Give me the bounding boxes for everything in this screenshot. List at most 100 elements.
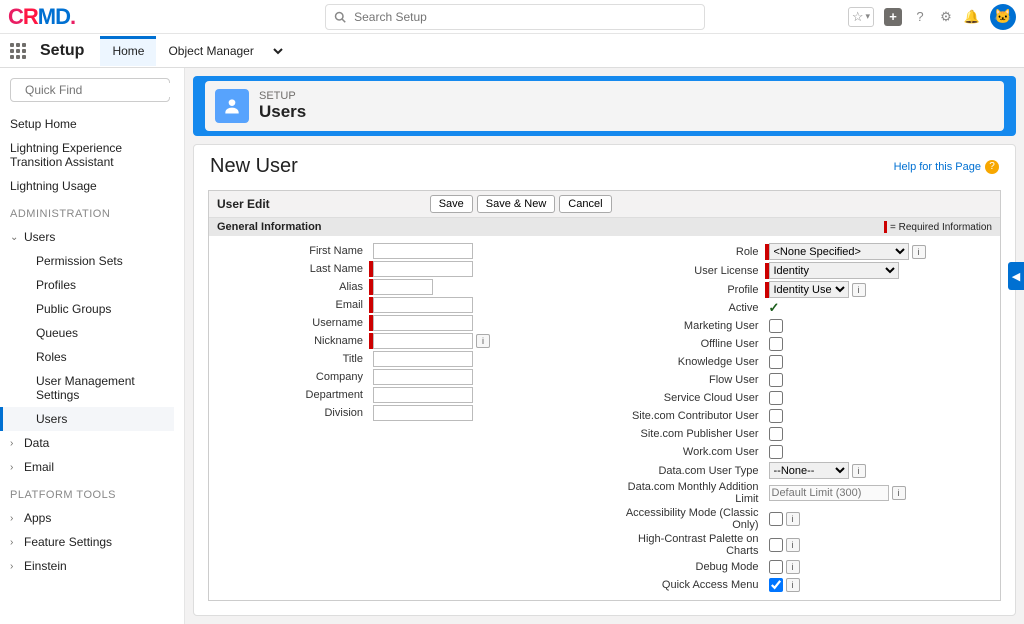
info-icon[interactable]: i (476, 334, 490, 348)
sidebar-item-einstein[interactable]: › Einstein (10, 554, 174, 578)
label-title: Title (209, 353, 369, 365)
label-alias: Alias (209, 281, 369, 293)
tab-object-manager[interactable]: Object Manager (156, 36, 265, 66)
input-username[interactable] (373, 315, 473, 331)
info-icon[interactable]: i (852, 283, 866, 297)
label-user-license: User License (605, 265, 765, 277)
sidebar-item-users[interactable]: ⌄ Users (10, 225, 174, 249)
select-profile[interactable]: Identity User (769, 281, 849, 298)
label-site-contributor: Site.com Contributor User (605, 410, 765, 422)
sidebar-lightning-usage[interactable]: Lightning Usage (10, 174, 174, 198)
input-first-name[interactable] (373, 243, 473, 259)
input-division[interactable] (373, 405, 473, 421)
quickfind-input[interactable] (25, 83, 180, 97)
user-avatar[interactable]: 🐱 (990, 4, 1016, 30)
input-company[interactable] (373, 369, 473, 385)
tab-overflow[interactable] (266, 37, 290, 65)
checkbox-work-com-user[interactable] (769, 445, 783, 459)
info-icon[interactable]: i (912, 245, 926, 259)
save-button[interactable]: Save (430, 195, 473, 213)
sidebar-sub-profiles[interactable]: Profiles (10, 273, 174, 297)
page-title: New User (210, 155, 298, 178)
sidebar-item-feature-settings[interactable]: › Feature Settings (10, 530, 174, 554)
input-data-com-monthly[interactable] (769, 485, 889, 501)
info-icon[interactable]: i (892, 486, 906, 500)
chevron-down-icon (272, 45, 284, 57)
sidebar-sub-queues[interactable]: Queues (10, 321, 174, 345)
input-alias[interactable] (373, 279, 433, 295)
label-service-cloud-user: Service Cloud User (605, 392, 765, 404)
checkbox-site-publisher[interactable] (769, 427, 783, 441)
label-knowledge-user: Knowledge User (605, 356, 765, 368)
checkbox-service-cloud-user[interactable] (769, 391, 783, 405)
checkbox-flow-user[interactable] (769, 373, 783, 387)
label-department: Department (209, 389, 369, 401)
sidebar-item-data[interactable]: › Data (10, 431, 174, 455)
section-title: General Information (217, 221, 322, 233)
sidebar-sub-public-groups[interactable]: Public Groups (10, 297, 174, 321)
info-icon[interactable]: i (786, 538, 800, 552)
label-marketing-user: Marketing User (605, 320, 765, 332)
label-quick-access: Quick Access Menu (605, 579, 765, 591)
sidebar-item-email[interactable]: › Email (10, 455, 174, 479)
checkbox-accessibility[interactable] (769, 512, 783, 526)
checkbox-marketing-user[interactable] (769, 319, 783, 333)
checkbox-knowledge-user[interactable] (769, 355, 783, 369)
sidebar-setup-home[interactable]: Setup Home (10, 112, 174, 136)
help-icon[interactable]: ? (912, 9, 928, 25)
sidebar-sub-user-mgmt[interactable]: User Management Settings (10, 369, 174, 407)
user-edit-form: User Edit Save Save & New Cancel General… (208, 190, 1001, 601)
search-icon (334, 11, 346, 23)
label-division: Division (209, 407, 369, 419)
quickfind[interactable] (10, 78, 170, 102)
select-data-com-user-type[interactable]: --None-- (769, 462, 849, 479)
label-data-com-monthly: Data.com Monthly Addition Limit (605, 481, 765, 505)
gear-icon[interactable]: ⚙ (938, 9, 954, 25)
sidebar-sub-permission-sets[interactable]: Permission Sets (10, 249, 174, 273)
input-nickname[interactable] (373, 333, 473, 349)
select-role[interactable]: <None Specified> (769, 243, 909, 260)
checkbox-debug-mode[interactable] (769, 560, 783, 574)
label-profile: Profile (605, 284, 765, 296)
checkbox-active[interactable]: ✓ (769, 300, 780, 316)
help-link[interactable]: Help for this Page ? (894, 160, 999, 174)
input-last-name[interactable] (373, 261, 473, 277)
input-email[interactable] (373, 297, 473, 313)
info-icon[interactable]: i (852, 464, 866, 478)
chevron-right-icon: › (10, 462, 24, 473)
select-user-license[interactable]: Identity (769, 262, 899, 279)
label-username: Username (209, 317, 369, 329)
checkbox-offline-user[interactable] (769, 337, 783, 351)
label-nickname: Nickname (209, 335, 369, 347)
info-icon[interactable]: i (786, 512, 800, 526)
chevron-right-icon: › (10, 513, 24, 524)
chevron-right-icon: › (10, 438, 24, 449)
setup-title: Setup (40, 42, 84, 60)
cancel-button[interactable]: Cancel (559, 195, 611, 213)
favorites-button[interactable]: ☆ ▾ (848, 7, 874, 27)
info-icon[interactable]: i (786, 560, 800, 574)
input-title[interactable] (373, 351, 473, 367)
checkbox-site-contributor[interactable] (769, 409, 783, 423)
sidebar-lightning-transition[interactable]: Lightning Experience Transition Assistan… (10, 136, 174, 174)
page-hero: SETUP Users (193, 76, 1016, 136)
bell-icon[interactable]: 🔔 (964, 9, 980, 25)
sidebar-item-apps[interactable]: › Apps (10, 506, 174, 530)
add-icon[interactable]: + (884, 8, 902, 26)
sidebar-sub-users[interactable]: Users (0, 407, 174, 431)
label-accessibility: Accessibility Mode (Classic Only) (605, 507, 765, 531)
info-icon[interactable]: i (786, 578, 800, 592)
save-new-button[interactable]: Save & New (477, 195, 556, 213)
checkbox-high-contrast[interactable] (769, 538, 783, 552)
collapse-panel-button[interactable]: ◀ (1008, 262, 1024, 290)
global-search-input[interactable] (354, 10, 696, 24)
sidebar-sub-roles[interactable]: Roles (10, 345, 174, 369)
label-role: Role (605, 246, 765, 258)
checkbox-quick-access[interactable] (769, 578, 783, 592)
app-launcher-icon[interactable] (10, 43, 30, 59)
global-search[interactable] (325, 4, 705, 30)
label-active: Active (605, 302, 765, 314)
input-department[interactable] (373, 387, 473, 403)
tab-home[interactable]: Home (100, 36, 156, 66)
label-debug-mode: Debug Mode (605, 561, 765, 573)
